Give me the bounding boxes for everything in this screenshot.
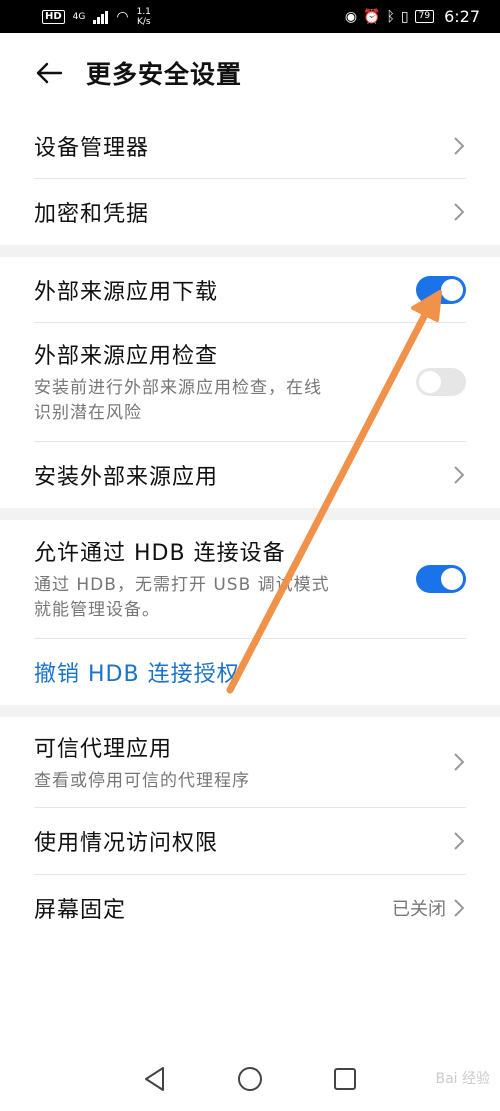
subtitle-line: 通过 HDB，无需打开 USB 调试模式 [34,575,330,595]
arrow-left-icon[interactable] [32,56,66,90]
row-title: 安装外部来源应用 [34,465,219,490]
row-usage-access[interactable]: 使用情况访问权限 [34,808,466,874]
row-title: 设备管理器 [34,136,150,161]
row-install-external[interactable]: 安装外部来源应用 [34,442,466,508]
alarm-icon: ⏰ [363,8,381,25]
vibrate-icon: ▯ [400,8,409,25]
row-hdb[interactable]: 允许通过 HDB 连接设备 通过 HDB，无需打开 USB 调试模式 就能管理设… [34,520,466,638]
chevron-right-icon [452,897,466,919]
subtitle-line: 识别潜在风险 [34,403,142,423]
chevron-right-icon [452,135,466,157]
row-title: 外部来源应用检查 [34,344,219,369]
section-gap [0,508,500,520]
row-title: 屏幕固定 [34,898,127,923]
status-left: HD 4G ◠ 1.1 K/s [42,7,151,27]
page-title: 更多安全设置 [86,60,243,89]
row-trust-agents[interactable]: 可信代理应用 查看或停用可信的代理程序 [34,717,466,807]
screen-pin-status: 已关闭 [392,899,446,920]
chevron-right-icon [452,464,466,486]
row-subtitle: 安装前进行外部来源应用检查，在线 识别潜在风险 [34,376,416,426]
header: 更多安全设置 [0,33,500,113]
section-gap [0,245,500,257]
section-gap [0,705,500,717]
row-subtitle: 查看或停用可信的代理程序 [34,770,250,791]
home-circle-icon[interactable] [237,1066,263,1096]
status-bar: HD 4G ◠ 1.1 K/s ◉ ⏰ ᛒ ▯ 79 6:27 [0,0,500,33]
row-external-download[interactable]: 外部来源应用下载 [34,257,466,323]
subtitle-line: 就能管理设备。 [34,600,160,620]
navigation-bar [0,1050,500,1111]
row-screen-pin[interactable]: 屏幕固定 已关闭 [34,875,466,941]
eye-icon: ◉ [344,8,358,25]
wifi-icon: ◠ [116,8,129,25]
network-type: 4G [72,11,86,22]
toggle-knob [419,371,441,393]
hdb-toggle[interactable] [416,565,466,593]
row-title: 使用情况访问权限 [34,831,219,856]
battery-icon: 79 [414,10,435,23]
chevron-right-icon [452,201,466,223]
speed-unit: K/s [136,16,151,27]
external-download-toggle[interactable] [416,276,466,304]
toggle-knob [441,279,463,301]
back-triangle-icon[interactable] [143,1066,167,1096]
chevron-right-icon [452,751,466,773]
chevron-right-icon [452,830,466,852]
row-subtitle: 通过 HDB，无需打开 USB 调试模式 就能管理设备。 [34,573,416,623]
hd-badge: HD [42,9,65,24]
row-device-admin[interactable]: 设备管理器 [34,113,466,179]
row-title: 可信代理应用 [34,736,173,762]
signal-icon [93,10,109,24]
network-speed: 1.1 K/s [137,7,151,27]
row-title: 加密和凭据 [34,202,150,227]
external-check-toggle[interactable] [416,368,466,396]
row-title: 外部来源应用下载 [34,280,219,305]
row-external-check[interactable]: 外部来源应用检查 安装前进行外部来源应用检查，在线 识别潜在风险 [34,323,466,441]
toggle-knob [441,568,463,590]
row-credentials[interactable]: 加密和凭据 [34,179,466,245]
subtitle-line: 安装前进行外部来源应用检查，在线 [34,378,322,398]
clock: 6:27 [444,7,480,26]
speed-value: 1.1 [136,6,151,17]
recents-square-icon[interactable] [333,1067,357,1095]
status-right: ◉ ⏰ ᛒ ▯ 79 6:27 [345,7,480,26]
row-title: 允许通过 HDB 连接设备 [34,541,286,566]
revoke-hdb-label: 撤销 HDB 连接授权 [34,662,240,687]
watermark-logo: Bai 经验 [435,1071,490,1087]
revoke-hdb-link[interactable]: 撤销 HDB 连接授权 [34,639,466,705]
bluetooth-icon: ᛒ [386,8,395,25]
